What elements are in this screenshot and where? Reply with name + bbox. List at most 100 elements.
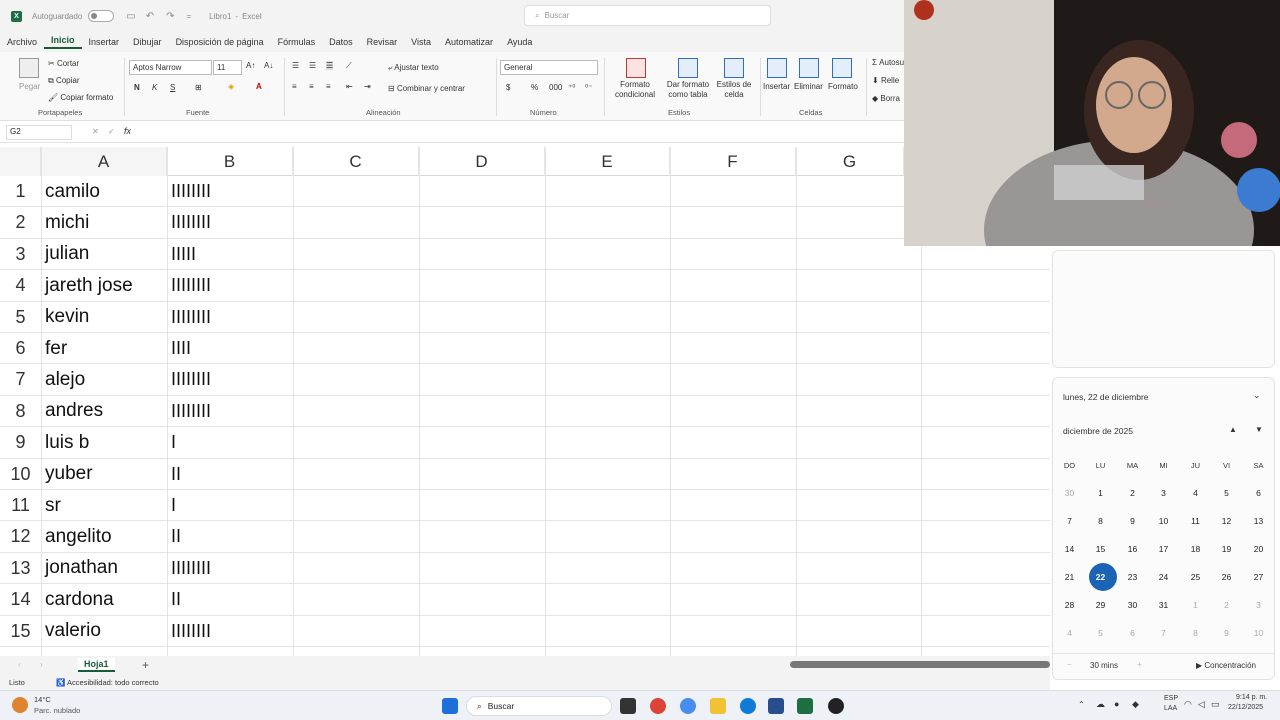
format-cells-icon[interactable] [832,58,852,78]
cell-b[interactable]: IIIIIIII [167,207,293,238]
cell-a[interactable]: jonathan [41,553,167,584]
format-table-button[interactable]: Dar formato como tabla [663,80,713,100]
calendar-day[interactable]: 2 [1117,481,1148,505]
cell-styles-icon[interactable] [724,58,744,78]
align-right-icon[interactable]: ≡ [326,82,331,91]
calendar-day[interactable]: 5 [1085,621,1116,645]
cell-a[interactable]: julian [41,239,167,270]
cell-b[interactable]: IIIIIIII [167,553,293,584]
fill-button[interactable]: ⬇ Relle [872,76,899,85]
tab-inicio[interactable]: Inicio [44,35,82,49]
search-input[interactable]: ⌕ Buscar [524,5,771,26]
row-number[interactable]: 12 [0,521,41,552]
row-number[interactable]: 4 [0,270,41,301]
merge-center-button[interactable]: ⊟ Combinar y centrar [388,84,465,93]
cell-a[interactable]: alejo [41,364,167,395]
collapse-calendar-icon[interactable]: ⌄ [1253,390,1261,401]
percent-icon[interactable]: % [531,83,538,92]
volume-icon[interactable]: ◁ [1198,699,1205,710]
row-number[interactable]: 3 [0,239,41,270]
format-painter-button[interactable]: 🖌 Copiar formato [48,93,113,102]
conditional-format-button[interactable]: Formato condicional [612,80,658,100]
calendar-day[interactable]: 28 [1054,593,1085,617]
prev-sheet-icon[interactable]: ‹ [18,660,21,669]
cell-b[interactable]: IIIII [167,239,293,270]
clock-time[interactable]: 9:14 p. m. [1236,694,1267,701]
paste-button[interactable]: Pegar [19,82,40,91]
file-explorer-icon[interactable] [710,698,726,714]
italic-button[interactable]: K [152,83,157,92]
row-number[interactable]: 14 [0,584,41,615]
copilot-icon[interactable] [680,698,696,714]
calendar-day[interactable]: 23 [1117,565,1148,589]
decrease-indent-icon[interactable]: ⇤ [346,82,353,91]
calendar-day[interactable]: 2 [1211,593,1242,617]
calendar-day[interactable]: 3 [1148,481,1179,505]
name-box[interactable]: G2 [6,125,72,140]
row-number[interactable]: 9 [0,427,41,458]
onedrive-icon[interactable]: ☁ [1096,699,1105,710]
calendar-day[interactable]: 13 [1243,509,1274,533]
font-name-select[interactable]: Aptos Narrow [129,60,212,75]
number-format-select[interactable]: General [500,60,598,75]
row-number[interactable]: 1 [0,176,41,207]
cell-a[interactable]: sr [41,490,167,521]
calendar-day[interactable]: 10 [1243,621,1274,645]
cut-button[interactable]: ✂ Cortar [48,59,79,68]
cell-a[interactable]: kevin [41,302,167,333]
chrome-icon[interactable] [650,698,666,714]
customize-icon[interactable]: = [187,12,192,21]
cell-b[interactable]: IIIIIIII [167,270,293,301]
calendar-day[interactable]: 30 [1117,593,1148,617]
formula-input[interactable] [148,125,898,140]
calendar-day[interactable]: 12 [1211,509,1242,533]
calendar-day[interactable]: 14 [1054,537,1085,561]
save-icon[interactable]: ▭ [126,11,135,22]
calendar-day[interactable]: 4 [1054,621,1085,645]
cell-a[interactable]: camilo [41,176,167,207]
fx-icon[interactable]: fx [124,126,131,136]
cell-b[interactable]: I [167,427,293,458]
column-header-e[interactable]: E [545,147,670,176]
calendar-day[interactable]: 15 [1085,537,1116,561]
increase-indent-icon[interactable]: ⇥ [364,82,371,91]
calendar-day[interactable]: 11 [1180,509,1211,533]
wrap-text-button[interactable]: ⤶ Ajustar texto [388,63,439,73]
add-sheet-button[interactable]: + [142,658,149,672]
tab-automatizar[interactable]: Automatizar [438,37,500,47]
next-month-icon[interactable]: ▼ [1255,425,1263,434]
column-header-d[interactable]: D [419,147,545,176]
calendar-day[interactable]: 4 [1180,481,1211,505]
cell-b[interactable]: II [167,584,293,615]
region-indicator[interactable]: LAA [1164,705,1177,712]
row-number[interactable]: 13 [0,553,41,584]
weather-icon[interactable] [12,697,28,713]
autosave-toggle[interactable] [88,10,115,22]
paste-icon[interactable] [19,58,39,78]
excel-taskbar-icon[interactable] [797,698,813,714]
cell-a[interactable]: yuber [41,459,167,490]
currency-icon[interactable]: $ [506,83,510,92]
wifi-icon[interactable]: ◠ [1184,699,1192,710]
calendar-day[interactable]: 21 [1054,565,1085,589]
cell-a[interactable]: michi [41,207,167,238]
calendar-day[interactable]: 9 [1211,621,1242,645]
borders-icon[interactable]: ⊞ [195,83,202,92]
align-left-icon[interactable]: ≡ [292,82,297,91]
tray-app-icon[interactable]: ● [1114,699,1119,709]
row-number[interactable]: 5 [0,302,41,333]
cell-b[interactable]: IIIIIIII [167,176,293,207]
accessibility-status[interactable]: ♿ Accesibilidad: todo correcto [56,678,159,687]
calendar-day[interactable]: 9 [1117,509,1148,533]
taskbar-search[interactable]: ⌕ Buscar [466,696,612,716]
teams-icon[interactable]: ◆ [1132,699,1139,710]
sheet-tab-hoja1[interactable]: Hoja1 [78,658,115,672]
calendar-day[interactable]: 20 [1243,537,1274,561]
column-header-b[interactable]: B [167,147,293,176]
column-header-a[interactable]: A [41,147,167,176]
orientation-icon[interactable]: ⟋ [346,61,352,71]
row-number[interactable]: 8 [0,396,41,427]
calendar-day[interactable]: 29 [1085,593,1116,617]
cell-b[interactable]: I [167,490,293,521]
align-top-icon[interactable]: ☰ [292,61,299,70]
